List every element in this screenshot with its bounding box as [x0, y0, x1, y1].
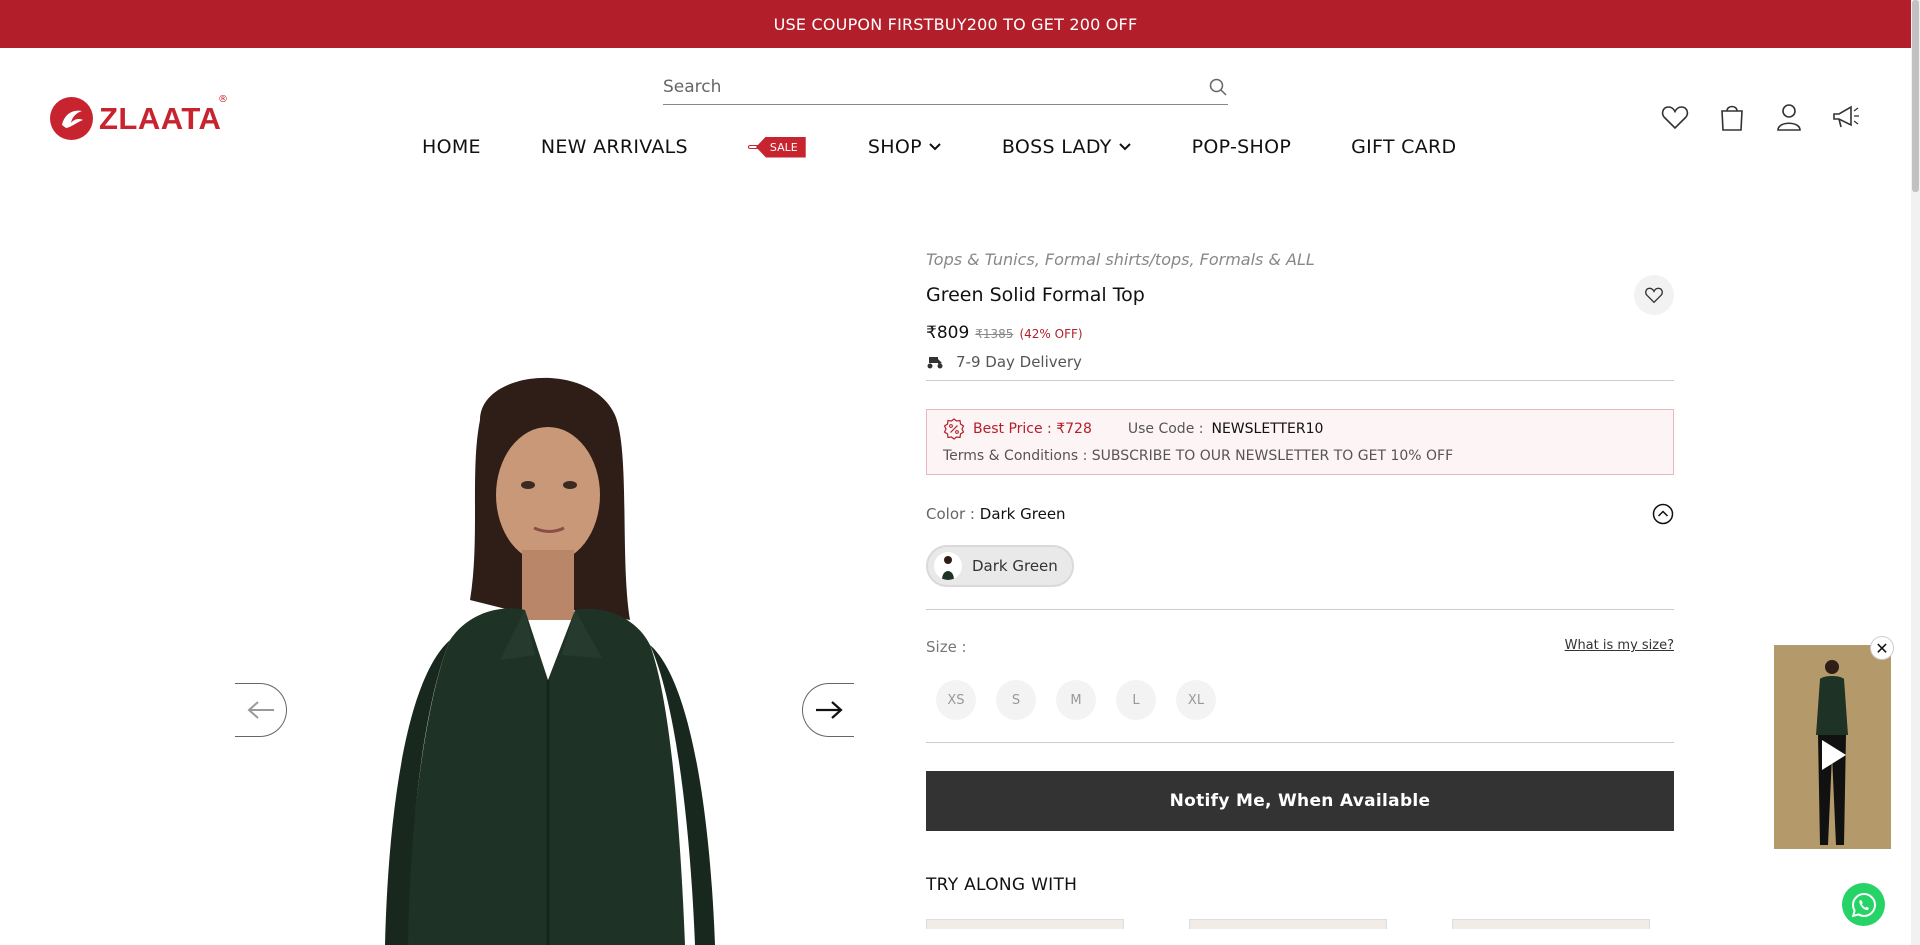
nav-new-arrivals[interactable]: NEW ARRIVALS [541, 136, 688, 158]
nav-boss-lady-label: BOSS LADY [1001, 136, 1112, 158]
nav-home[interactable]: HOME [422, 136, 481, 158]
arrow-left-icon [246, 701, 274, 719]
color-swatch[interactable]: Dark Green [926, 545, 1074, 587]
product-image[interactable] [330, 360, 770, 945]
title-row: Green Solid Formal Top [926, 275, 1674, 315]
delivery-info: 7-9 Day Delivery [926, 353, 1674, 381]
notify-me-button[interactable]: Notify Me, When Available [926, 771, 1674, 831]
search-input[interactable] [663, 77, 1208, 97]
video-thumbnail [1774, 645, 1891, 849]
nav-boss-lady[interactable]: BOSS LADY [1002, 136, 1132, 158]
delivery-text: 7-9 Day Delivery [956, 353, 1082, 371]
size-option-s[interactable]: S [996, 680, 1036, 720]
megaphone-icon[interactable] [1831, 102, 1861, 132]
size-guide-link[interactable]: What is my size? [1565, 638, 1674, 656]
chevron-down-icon [1118, 143, 1131, 151]
gallery-prev-button[interactable] [235, 683, 287, 737]
discount-badge: (42% OFF) [1019, 327, 1083, 341]
product-gallery [235, 200, 855, 945]
video-preview[interactable] [1774, 645, 1891, 849]
category-breadcrumbs[interactable]: Tops & Tunics, Formal shirts/tops, Forma… [926, 250, 1674, 269]
gallery-next-button[interactable] [802, 683, 854, 737]
logo-bird-icon [50, 97, 93, 140]
color-label: Color : [926, 505, 975, 523]
terms-label: Terms & Conditions : [943, 448, 1088, 464]
divider [926, 609, 1674, 610]
offer-line: Best Price : ₹728 Use Code : NEWSLETTER1… [943, 418, 1657, 440]
chevron-up-circle-icon[interactable] [1652, 503, 1674, 525]
size-option-m[interactable]: M [1056, 680, 1096, 720]
use-code-label: Use Code : [1127, 421, 1204, 437]
search-bar [663, 70, 1228, 105]
main-nav: HOME NEW ARRIVALS SALE SHOP BOSS LADY PO… [422, 134, 1516, 160]
product-card[interactable] [1189, 919, 1387, 929]
user-account-icon[interactable] [1774, 102, 1804, 132]
offer-terms: Terms & Conditions : SUBSCRIBE TO OUR NE… [943, 448, 1657, 464]
nav-shop[interactable]: SHOP [868, 136, 942, 158]
promo-banner: USE COUPON FIRSTBUY200 TO GET 200 OFF [0, 0, 1911, 48]
nav-gift-card[interactable]: GIFT CARD [1351, 136, 1456, 158]
registered-mark: ® [218, 94, 228, 105]
size-option-xs[interactable]: XS [936, 680, 976, 720]
sale-label: SALE [755, 136, 806, 158]
size-options: XS S M L XL [926, 680, 1674, 720]
promo-text: USE COUPON FIRSTBUY200 TO GET 200 OFF [773, 14, 1138, 34]
color-value: Dark Green [979, 505, 1066, 523]
product-card[interactable] [926, 919, 1124, 929]
arrow-right-icon [815, 701, 843, 719]
size-label: Size : [926, 638, 967, 656]
product-details: Tops & Tunics, Formal shirts/tops, Forma… [926, 250, 1674, 929]
scrollbar-thumb[interactable] [1912, 0, 1919, 192]
sale-price: ₹809 [926, 323, 970, 343]
size-row: Size : What is my size? [926, 638, 1674, 656]
search-icon[interactable] [1208, 77, 1228, 97]
divider [926, 742, 1674, 743]
wishlist-button[interactable] [1634, 275, 1674, 315]
chevron-down-icon [929, 143, 941, 151]
offer-box: Best Price : ₹728 Use Code : NEWSLETTER1… [926, 409, 1674, 475]
terms-text: SUBSCRIBE TO OUR NEWSLETTER TO GET 10% O… [1091, 448, 1454, 464]
size-option-l[interactable]: L [1116, 680, 1156, 720]
close-icon[interactable]: ✕ [1870, 636, 1894, 660]
nav-sale-tag[interactable]: SALE [747, 134, 808, 160]
shopping-bag-icon[interactable] [1717, 102, 1747, 132]
product-title: Green Solid Formal Top [926, 284, 1145, 306]
coupon-code: NEWSLETTER10 [1211, 421, 1324, 437]
color-row: Color : Dark Green [926, 503, 1674, 525]
swatch-thumbnail [934, 552, 962, 580]
nav-shop-label: SHOP [867, 136, 922, 158]
nav-pop-shop[interactable]: POP-SHOP [1192, 136, 1291, 158]
brand-logo[interactable]: ZLAATA ® [50, 94, 228, 140]
try-along-heading: TRY ALONG WITH [926, 875, 1078, 895]
original-price: ₹1385 [975, 327, 1014, 341]
price-row: ₹809 ₹1385 (42% OFF) [926, 323, 1674, 343]
delivery-scooter-icon [927, 357, 943, 369]
try-along-products [926, 919, 1674, 929]
page-scrollbar[interactable] [1911, 0, 1920, 945]
logo-text: ZLAATA [99, 100, 222, 136]
best-price: Best Price : ₹728 [973, 421, 1092, 437]
product-card[interactable] [1452, 919, 1650, 929]
whatsapp-icon [1851, 892, 1876, 917]
swatch-label: Dark Green [972, 557, 1058, 575]
discount-percent-icon [943, 418, 965, 440]
whatsapp-chat-button[interactable] [1842, 883, 1885, 926]
heart-icon [1645, 287, 1663, 304]
header-actions [1660, 102, 1861, 132]
heart-icon[interactable] [1660, 102, 1690, 132]
size-option-xl[interactable]: XL [1176, 680, 1216, 720]
